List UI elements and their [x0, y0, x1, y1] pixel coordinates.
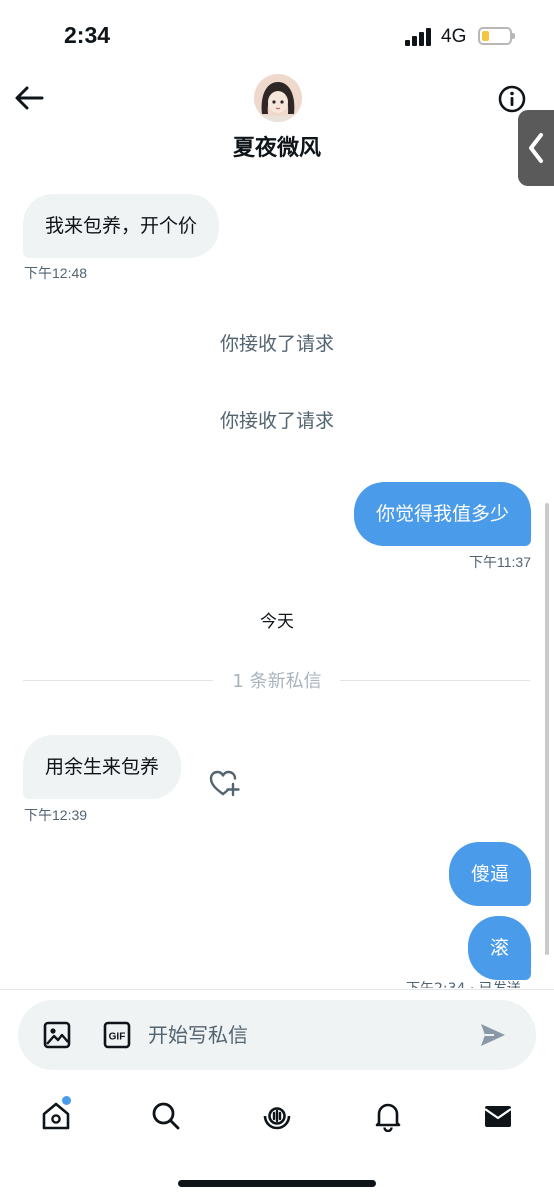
tab-messages[interactable]: [478, 1096, 518, 1136]
message-timestamp: 下午11:37: [469, 554, 531, 570]
add-image-button[interactable]: [42, 1020, 72, 1050]
envelope-icon: [484, 1106, 512, 1127]
bell-icon: [375, 1103, 401, 1132]
home-indicator: [178, 1180, 376, 1187]
signal-icon: [405, 28, 433, 46]
status-time: 2:34: [64, 22, 111, 48]
battery-icon: [478, 27, 515, 45]
conversation-title: 夏夜微风: [232, 136, 321, 161]
status-bar: 2:34 4G: [0, 0, 554, 70]
avatar[interactable]: [254, 74, 302, 122]
search-icon: [152, 1102, 180, 1130]
back-button[interactable]: [10, 80, 50, 116]
divider: [0, 989, 554, 990]
chevron-left-icon: [529, 133, 543, 163]
message-bubble-outgoing[interactable]: 傻逼: [448, 842, 531, 906]
network-type: 4G: [441, 26, 467, 47]
message-composer: GIF: [18, 1000, 536, 1070]
message-timestamp: 下午12:39: [24, 807, 88, 823]
message-bubble-incoming[interactable]: 用余生来包养: [23, 735, 182, 799]
info-button[interactable]: [497, 84, 527, 114]
svg-text:GIF: GIF: [109, 1032, 126, 1043]
message-bubble-outgoing[interactable]: 你觉得我值多少: [353, 482, 531, 546]
tab-home[interactable]: [36, 1096, 76, 1136]
add-gif-button[interactable]: GIF: [102, 1020, 132, 1050]
message-bubble-outgoing[interactable]: 滚: [467, 916, 531, 980]
tab-spaces[interactable]: [257, 1096, 297, 1136]
scrollbar[interactable]: [545, 503, 549, 955]
gif-icon: GIF: [103, 1021, 131, 1049]
info-icon: [498, 85, 526, 113]
send-button[interactable]: [478, 1021, 508, 1049]
react-button[interactable]: [208, 768, 240, 798]
message-bubble-incoming[interactable]: 我来包养，开个价: [23, 194, 220, 258]
send-icon: [481, 1024, 505, 1046]
message-input[interactable]: [148, 1016, 448, 1054]
message-status-clipped: 下午2:34 · 已发送: [406, 978, 521, 988]
notification-dot: [62, 1096, 71, 1105]
side-panel-tab[interactable]: [518, 110, 554, 186]
system-message: 你接收了请求: [219, 333, 334, 355]
heart-plus-icon: [209, 770, 240, 797]
tab-search[interactable]: [146, 1096, 186, 1136]
message-timestamp: 下午12:48: [24, 265, 88, 281]
day-separator: 今天: [260, 612, 294, 632]
microphone-icon: [263, 1107, 291, 1130]
image-icon: [43, 1021, 71, 1049]
divider-line: [340, 680, 530, 681]
arrow-left-icon: [15, 86, 44, 110]
system-message: 你接收了请求: [219, 410, 334, 432]
tab-notifications[interactable]: [368, 1096, 408, 1136]
